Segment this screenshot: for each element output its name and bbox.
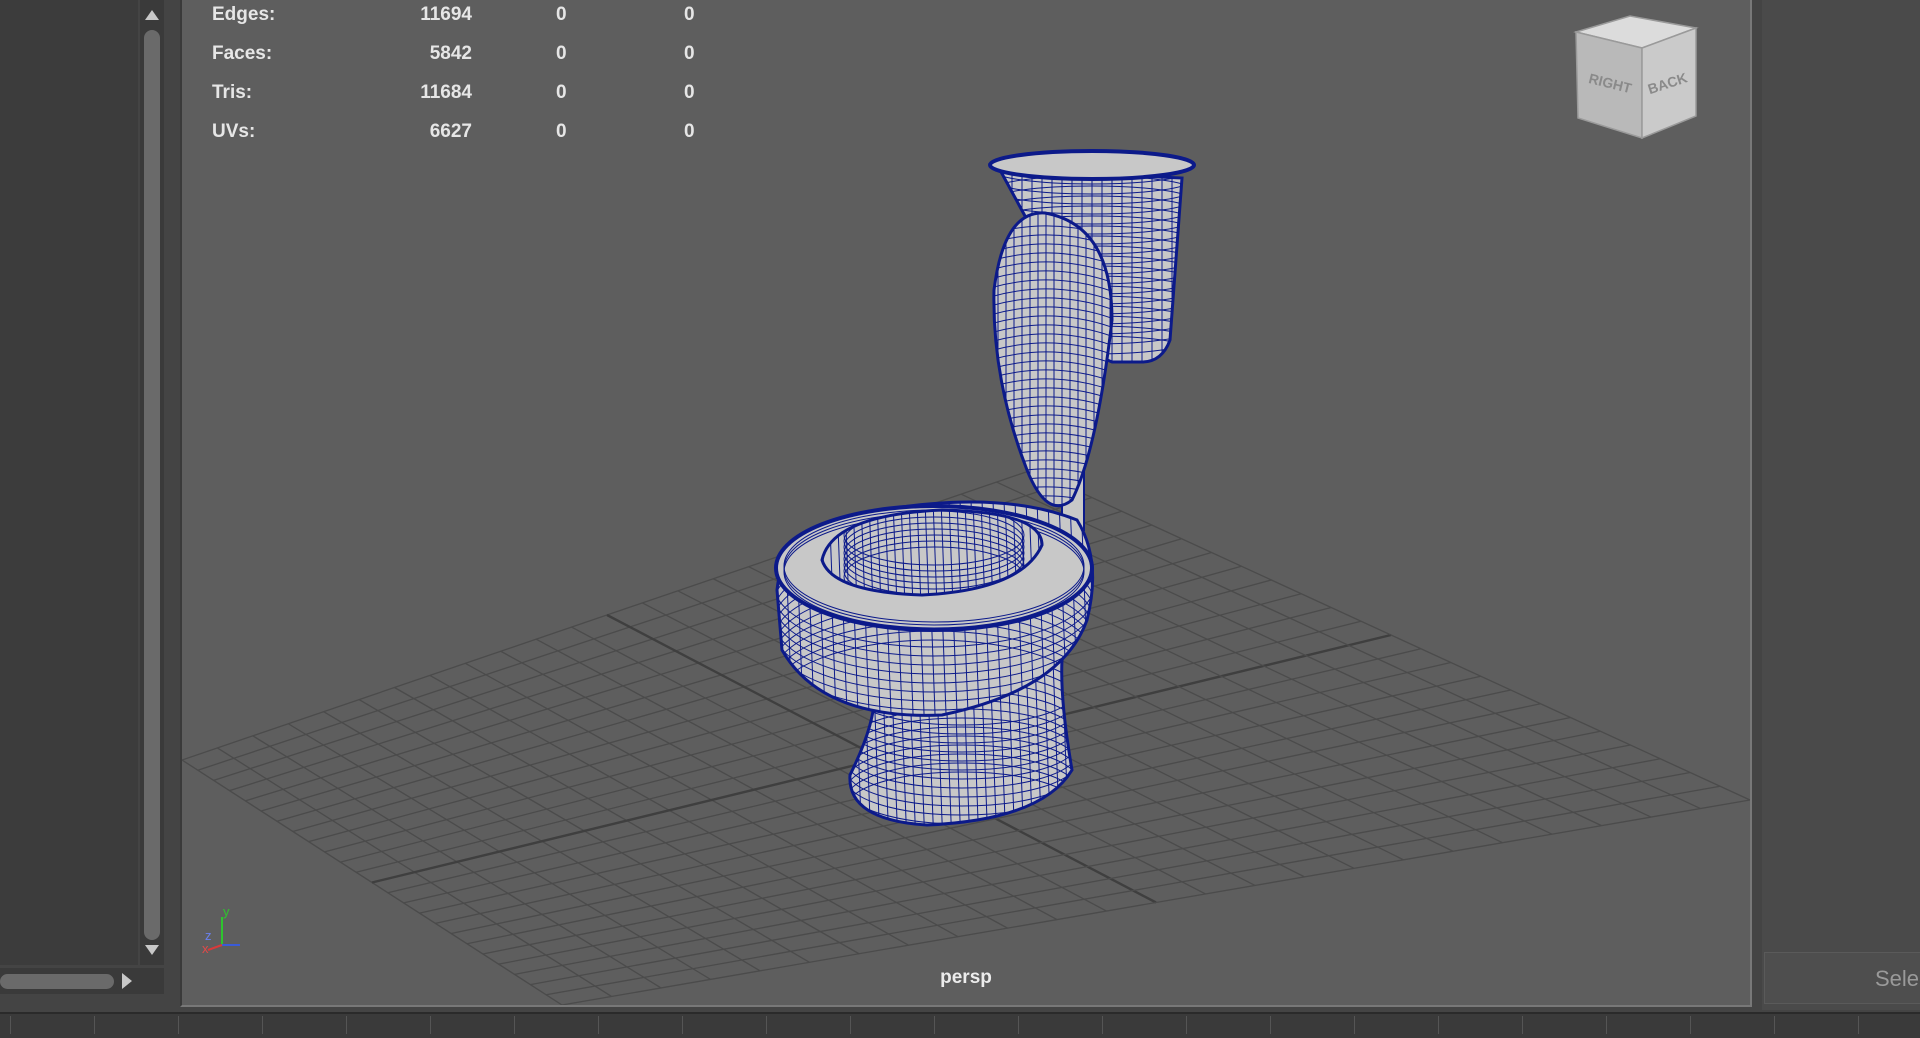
scrollbar-thumb[interactable] xyxy=(144,30,160,940)
scroll-down-arrow-icon[interactable] xyxy=(145,945,159,955)
hud-selected-value: 0 xyxy=(556,4,567,25)
hud-row-edges: Edges: 11694 0 0 xyxy=(212,0,732,39)
hud-selected-value: 0 xyxy=(556,121,567,142)
hud-label: UVs: xyxy=(212,121,256,142)
axis-x-label: x xyxy=(202,941,209,955)
outliner-horizontal-scrollbar[interactable] xyxy=(0,968,164,994)
hud-uv-value: 0 xyxy=(684,82,695,103)
timeline-tick xyxy=(1438,1016,1439,1034)
horizontal-scrollbar-thumb[interactable] xyxy=(0,974,114,989)
timeline-tick xyxy=(1102,1016,1103,1034)
timeline-tick xyxy=(262,1016,263,1034)
toilet-mesh xyxy=(774,149,1196,827)
timeline-tick xyxy=(1186,1016,1187,1034)
hud-uv-value: 0 xyxy=(684,4,695,25)
hud-value: 6627 xyxy=(429,121,472,142)
outliner-vertical-scrollbar[interactable] xyxy=(140,0,164,965)
hud-value: 11684 xyxy=(420,82,472,103)
timeline-tick xyxy=(598,1016,599,1034)
hud-label: Faces: xyxy=(212,43,273,64)
timeline-tick xyxy=(1690,1016,1691,1034)
hud-row-faces: Faces: 5842 0 0 xyxy=(212,39,732,78)
timeline-tick xyxy=(1018,1016,1019,1034)
scroll-up-arrow-icon[interactable] xyxy=(145,10,159,20)
timeline-tick xyxy=(1522,1016,1523,1034)
timeline-tick xyxy=(1354,1016,1355,1034)
timeline-tick xyxy=(850,1016,851,1034)
hud-selected-value: 0 xyxy=(556,43,567,64)
axis-y-label: y xyxy=(223,905,230,919)
heads-up-display: Edges: 11694 0 0 Faces: 5842 0 0 Tris: 1… xyxy=(212,0,732,156)
timeline-tick xyxy=(1858,1016,1859,1034)
hud-selected-value: 0 xyxy=(556,82,567,103)
timeline-tick xyxy=(1606,1016,1607,1034)
timeline-tick xyxy=(682,1016,683,1034)
hud-value: 5842 xyxy=(429,43,472,64)
hud-row-tris: Tris: 11684 0 0 xyxy=(212,78,732,117)
timeline-tick xyxy=(346,1016,347,1034)
outliner-panel xyxy=(0,0,166,1010)
timeline-tick xyxy=(766,1016,767,1034)
hud-row-uvs: UVs: 6627 0 0 xyxy=(212,117,732,156)
timeline-tick xyxy=(514,1016,515,1034)
hud-uv-value: 0 xyxy=(684,43,695,64)
outliner-list[interactable] xyxy=(0,0,138,965)
scroll-right-arrow-icon[interactable] xyxy=(122,973,132,989)
time-slider[interactable] xyxy=(0,1012,1920,1038)
timeline-tick xyxy=(430,1016,431,1034)
attribute-panel: Sele xyxy=(1752,0,1920,1010)
axis-gizmo-icon: y z x xyxy=(202,905,240,955)
timeline-tick xyxy=(178,1016,179,1034)
hud-uv-value: 0 xyxy=(684,121,695,142)
hud-label: Tris: xyxy=(212,82,253,103)
toilet-tank-lid xyxy=(988,149,1196,181)
timeline-tick xyxy=(1774,1016,1775,1034)
hud-label: Edges: xyxy=(212,4,276,25)
viewcube[interactable]: RIGHT BACK xyxy=(1570,14,1710,144)
select-button[interactable]: Sele xyxy=(1764,952,1920,1004)
attribute-panel-body xyxy=(1762,0,1920,1010)
hud-value: 11694 xyxy=(420,4,472,25)
camera-name-label: persp xyxy=(940,967,992,988)
timeline-tick xyxy=(10,1016,11,1034)
timeline-tick xyxy=(1270,1016,1271,1034)
timeline-tick xyxy=(934,1016,935,1034)
perspective-viewport[interactable]: Edges: 11694 0 0 Faces: 5842 0 0 Tris: 1… xyxy=(180,0,1752,1007)
timeline-tick xyxy=(94,1016,95,1034)
